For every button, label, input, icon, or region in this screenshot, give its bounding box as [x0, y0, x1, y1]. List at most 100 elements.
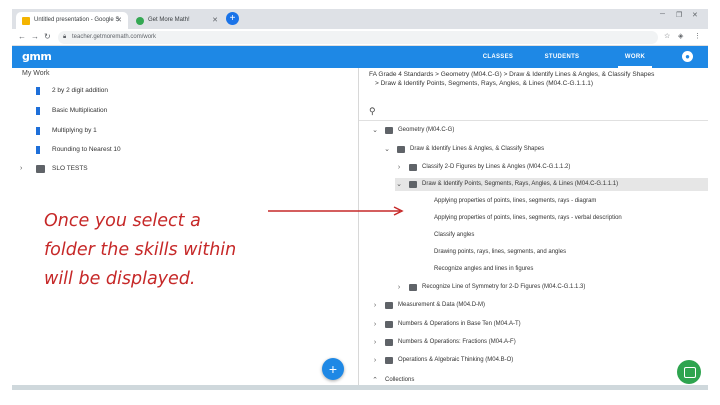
browser-tab-strip: Untitled presentation - Google S ✕ Get M… [12, 9, 708, 29]
url-field[interactable]: 🔒︎ teacher.getmoremath.com/work [58, 31, 658, 44]
skill-hexagon-icon [421, 215, 429, 222]
skill-hexagon-icon [421, 198, 429, 205]
browser-tab-getmoremath[interactable]: Get More Math! ✕ [130, 12, 224, 29]
add-button[interactable]: + [322, 358, 344, 380]
chevron-right-icon[interactable]: › [371, 318, 379, 331]
tab-label: Get More Math! [148, 17, 190, 23]
nav-tab-classes[interactable]: CLASSES [478, 46, 518, 68]
app-header: gmm CLASSES STUDENTS WORK ● [12, 46, 708, 68]
taskbar [12, 385, 708, 390]
skill-row[interactable]: Applying properties of points, lines, se… [407, 212, 699, 225]
forward-icon[interactable]: → [31, 32, 39, 41]
chevron-right-icon[interactable]: › [395, 161, 403, 174]
annotation-line: Once you select a [44, 211, 201, 231]
tree-folder-row[interactable]: ⌄ Geometry (M04.C-G) [371, 124, 699, 137]
folder-icon [385, 127, 393, 134]
annotation-note: Once you select a folder the skills with… [44, 207, 304, 294]
gmm-logo[interactable]: gmm [22, 50, 52, 63]
my-work-title: My Work [22, 70, 50, 77]
skill-hexagon-icon [421, 232, 429, 239]
chevron-down-icon[interactable]: ⌄ [371, 124, 379, 137]
skill-hexagon-icon [421, 249, 429, 256]
gmm-favicon-icon [136, 17, 144, 25]
close-window-icon[interactable]: ✕ [692, 11, 698, 19]
skill-row[interactable]: Classify angles [407, 229, 699, 242]
skill-row[interactable]: Drawing points, rays, lines, segments, a… [407, 246, 699, 259]
annotation-arrow [268, 206, 404, 216]
folder-icon [385, 321, 393, 328]
tab-label: Untitled presentation - Google S [34, 17, 120, 23]
back-icon[interactable]: ← [18, 32, 26, 41]
browser-tab-presentation[interactable]: Untitled presentation - Google S ✕ [16, 12, 128, 29]
restore-icon[interactable]: ❐ [676, 11, 682, 19]
chevron-right-icon[interactable]: › [395, 281, 403, 294]
chevron-right-icon[interactable]: › [371, 354, 379, 367]
skillset-icon [36, 127, 41, 135]
folder-icon [409, 284, 417, 291]
tree-label: Recognize Line of Symmetry for 2-D Figur… [422, 284, 586, 290]
folder-icon [36, 165, 45, 173]
chevron-right-icon[interactable]: › [371, 299, 379, 312]
skill-hexagon-icon [421, 266, 429, 273]
breadcrumb-line[interactable]: FA Grade 4 Standards > Geometry (M04.C-G… [369, 70, 654, 79]
lock-icon: 🔒︎ [63, 34, 67, 40]
reload-icon[interactable]: ↻ [44, 32, 51, 41]
folder-icon [385, 357, 393, 364]
annotation-line: will be displayed. [44, 269, 196, 289]
tree-label: Classify 2-D Figures by Lines & Angles (… [422, 164, 571, 170]
tree-folder-row[interactable]: › Numbers & Operations: Fractions (M04.A-… [371, 336, 699, 349]
new-tab-button[interactable]: + [226, 12, 239, 25]
tree-folder-row[interactable]: › Measurement & Data (M04.D-M) [371, 299, 699, 312]
tree-folder-row[interactable]: › Numbers & Operations in Base Ten (M04.A… [371, 318, 699, 331]
tree-label: Draw & Identify Lines & Angles, & Classi… [410, 146, 545, 152]
tree-label: Numbers & Operations: Fractions (M04.A-F… [398, 339, 516, 345]
folder-icon [385, 302, 393, 309]
tree-label: Recognize angles and lines in figures [434, 266, 534, 272]
tree-label: Numbers & Operations in Base Ten (M04.A-… [398, 321, 521, 327]
nav-tab-students[interactable]: STUDENTS [540, 46, 584, 68]
tree-label: Operations & Algebraic Thinking (M04.B-O… [398, 357, 514, 363]
skillset-icon [36, 87, 41, 95]
chevron-down-icon[interactable]: ⌄ [383, 143, 391, 156]
standards-pane: FA Grade 4 Standards > Geometry (M04.C-G… [358, 68, 708, 390]
chat-support-icon[interactable] [677, 360, 701, 384]
minimize-icon[interactable]: ─ [660, 11, 665, 18]
tree-label: Draw & Identify Points, Segments, Rays, … [422, 181, 619, 187]
menu-dots-icon[interactable]: ⋮ [694, 32, 701, 40]
tree-folder-row[interactable]: › Classify 2-D Figures by Lines & Angles … [395, 161, 699, 174]
tree-label: Applying properties of points, lines, se… [434, 215, 622, 221]
skillset-icon [36, 107, 41, 115]
breadcrumb-line[interactable]: > Draw & Identify Points, Segments, Rays… [369, 79, 654, 88]
tree-folder-row[interactable]: ⌄ Draw & Identify Points, Segments, Rays,… [395, 178, 708, 191]
annotation-line: folder the skills within [44, 240, 237, 260]
skillset-icon [36, 146, 41, 154]
tree-folder-row[interactable]: ⌄ Draw & Identify Lines & Angles, & Class… [383, 143, 699, 156]
folder-icon [409, 164, 417, 171]
chevron-right-icon[interactable]: › [20, 163, 22, 175]
skill-row[interactable]: Recognize angles and lines in figures [407, 263, 699, 276]
account-icon[interactable]: ● [682, 51, 693, 62]
breadcrumb: FA Grade 4 Standards > Geometry (M04.C-G… [369, 70, 654, 88]
slides-icon [22, 17, 30, 25]
divider [359, 120, 708, 121]
tree-label: Geometry (M04.C-G) [398, 127, 455, 133]
address-bar-row: ← → ↻ 🔒︎ teacher.getmoremath.com/work ☆ … [12, 29, 708, 46]
skill-row[interactable]: Applying properties of points, lines, se… [407, 195, 699, 208]
close-tab-icon[interactable]: ✕ [212, 12, 218, 29]
extension-icon[interactable]: ◈ [678, 32, 683, 40]
folder-icon [397, 146, 405, 153]
close-tab-icon[interactable]: ✕ [116, 12, 122, 29]
chevron-down-icon[interactable]: ⌄ [395, 178, 403, 191]
tree-folder-row[interactable]: › Operations & Algebraic Thinking (M04.B-… [371, 354, 699, 367]
nav-tab-work[interactable]: WORK [618, 46, 652, 68]
search-icon[interactable]: ⚲ [369, 106, 376, 117]
folder-icon [385, 339, 393, 346]
folder-icon [409, 181, 417, 188]
url-text: teacher.getmoremath.com/work [72, 34, 157, 40]
tree-label: Classify angles [434, 232, 475, 238]
screenshot-frame: Untitled presentation - Google S ✕ Get M… [12, 9, 708, 390]
star-icon[interactable]: ☆ [664, 32, 670, 40]
chevron-right-icon[interactable]: › [371, 336, 379, 349]
tree-folder-row[interactable]: › Recognize Line of Symmetry for 2-D Figu… [395, 281, 699, 294]
tree-label: Measurement & Data (M04.D-M) [398, 302, 486, 308]
